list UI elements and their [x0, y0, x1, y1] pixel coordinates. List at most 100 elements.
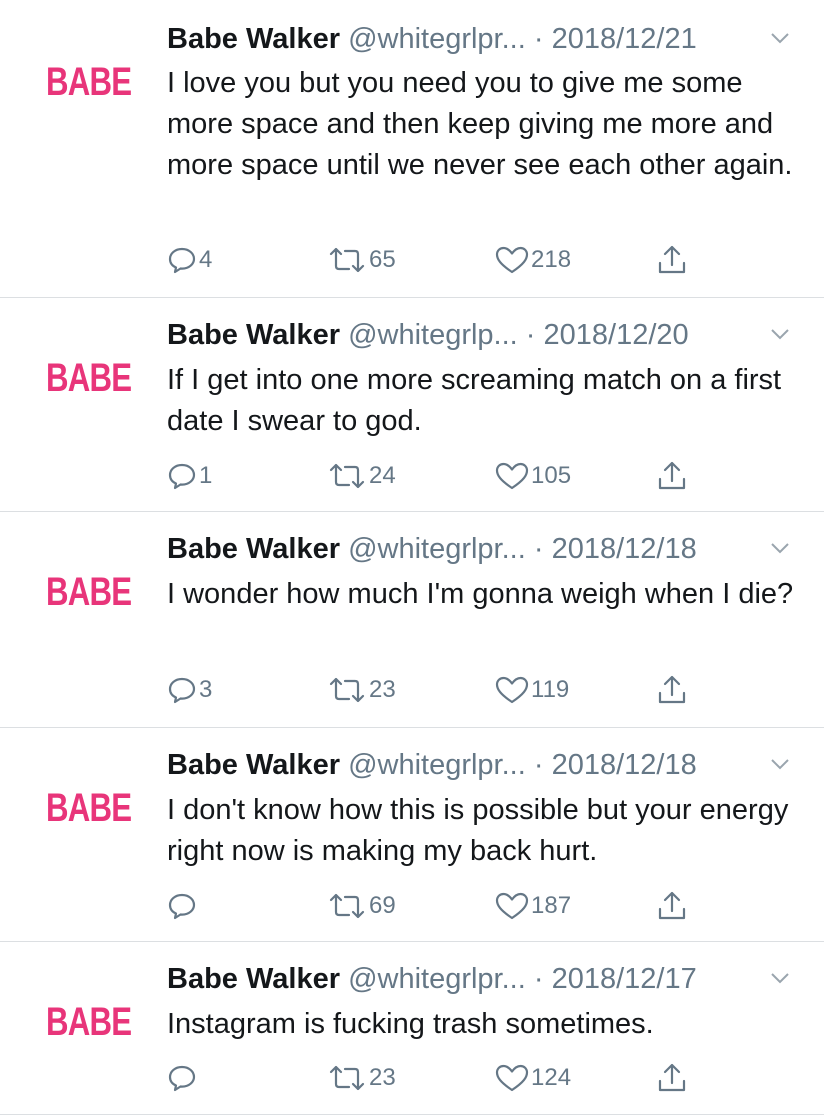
tweet-actions: 4 65 218: [167, 244, 707, 276]
tweet-feed: BABE Babe Walker @whitegrlpr... · 2018/1…: [0, 0, 824, 1119]
tweet-text: I wonder how much I'm gonna weigh when I…: [167, 578, 794, 610]
reply-button[interactable]: [167, 1062, 199, 1094]
tweet-actions: 69 187: [167, 890, 707, 922]
share-button[interactable]: [657, 460, 687, 492]
like-button[interactable]: 119: [495, 674, 569, 706]
tweet[interactable]: BABE Babe Walker @whitegrlpr... · 2018/1…: [0, 942, 824, 1115]
chevron-down-icon[interactable]: [766, 24, 794, 52]
like-button[interactable]: 187: [495, 890, 571, 922]
avatar[interactable]: BABE: [46, 788, 132, 828]
user-handle[interactable]: @whitegrlpr...: [348, 963, 526, 995]
separator-dot: ·: [533, 749, 544, 781]
retweet-button[interactable]: 65: [327, 244, 396, 276]
tweet-header: Babe Walker @whitegrlpr... · 2018/12/17: [167, 962, 794, 996]
retweet-count: 69: [369, 892, 396, 919]
retweet-count: 65: [369, 246, 396, 273]
display-name[interactable]: Babe Walker: [167, 963, 340, 995]
tweet-date[interactable]: 2018/12/20: [544, 319, 689, 351]
heart-icon: [495, 246, 529, 274]
heart-icon: [495, 892, 529, 920]
tweet-date[interactable]: 2018/12/18: [552, 749, 697, 781]
avatar[interactable]: BABE: [46, 358, 132, 398]
display-name[interactable]: Babe Walker: [167, 319, 340, 351]
reply-icon: [168, 893, 196, 920]
like-button[interactable]: 105: [495, 460, 571, 492]
reply-icon: [168, 677, 196, 704]
chevron-down-icon[interactable]: [766, 750, 794, 778]
share-icon: [658, 675, 686, 704]
display-name[interactable]: Babe Walker: [167, 23, 340, 55]
heart-icon: [495, 1064, 529, 1092]
tweet-actions: 3 23 119: [167, 674, 707, 706]
separator-dot: ·: [525, 319, 536, 351]
user-handle[interactable]: @whitegrlpr...: [348, 749, 526, 781]
like-count: 124: [531, 1064, 572, 1091]
like-count: 105: [531, 462, 572, 489]
reply-count: 3: [199, 676, 213, 703]
retweet-count: 23: [369, 1064, 396, 1091]
retweet-button[interactable]: 23: [327, 674, 396, 706]
user-handle[interactable]: @whitegrlpr...: [348, 23, 526, 55]
heart-icon: [495, 676, 529, 704]
retweet-count: 24: [369, 462, 396, 489]
reply-button[interactable]: 3: [167, 674, 212, 706]
reply-icon: [168, 463, 196, 490]
tweet-text: Instagram is fucking trash sometimes.: [167, 1008, 654, 1040]
avatar[interactable]: BABE: [46, 62, 132, 102]
user-handle[interactable]: @whitegrlpr...: [348, 533, 526, 565]
tweet-date[interactable]: 2018/12/18: [552, 533, 697, 565]
tweet-header: Babe Walker @whitegrlpr... · 2018/12/18: [167, 532, 794, 566]
display-name[interactable]: Babe Walker: [167, 533, 340, 565]
share-button[interactable]: [657, 674, 687, 706]
like-count: 187: [531, 892, 572, 919]
share-button[interactable]: [657, 1062, 687, 1094]
separator-dot: ·: [533, 23, 544, 55]
tweet-actions: 23 124: [167, 1062, 707, 1094]
like-count: 119: [531, 676, 570, 703]
tweet-text: If I get into one more screaming match o…: [167, 364, 782, 437]
share-icon: [658, 245, 686, 274]
chevron-down-icon[interactable]: [766, 534, 794, 562]
retweet-button[interactable]: 69: [327, 890, 396, 922]
tweet-header: Babe Walker @whitegrlpr... · 2018/12/18: [167, 748, 794, 782]
retweet-icon: [329, 893, 365, 919]
reply-button[interactable]: [167, 890, 199, 922]
retweet-icon: [329, 1065, 365, 1091]
heart-icon: [495, 462, 529, 490]
tweet[interactable]: BABE Babe Walker @whitegrlpr... · 2018/1…: [0, 512, 824, 728]
like-button[interactable]: 218: [495, 244, 571, 276]
retweet-button[interactable]: 23: [327, 1062, 396, 1094]
reply-button[interactable]: 4: [167, 244, 212, 276]
tweet-header: Babe Walker @whitegrlp... · 2018/12/20: [167, 318, 794, 352]
share-icon: [658, 461, 686, 490]
tweet-date[interactable]: 2018/12/21: [552, 23, 697, 55]
user-handle[interactable]: @whitegrlp...: [348, 319, 518, 351]
retweet-icon: [329, 463, 365, 489]
separator-dot: ·: [533, 533, 544, 565]
retweet-button[interactable]: 24: [327, 460, 396, 492]
tweet[interactable]: BABE Babe Walker @whitegrlpr... · 2018/1…: [0, 0, 824, 298]
chevron-down-icon[interactable]: [766, 320, 794, 348]
tweet[interactable]: BABE Babe Walker @whitegrlp... · 2018/12…: [0, 298, 824, 512]
tweet-text: I love you but you need you to give me s…: [167, 67, 793, 181]
share-button[interactable]: [657, 244, 687, 276]
avatar[interactable]: BABE: [46, 1002, 132, 1042]
reply-icon: [168, 1065, 196, 1092]
share-button[interactable]: [657, 890, 687, 922]
tweet-text: I don't know how this is possible but yo…: [167, 794, 789, 867]
like-button[interactable]: 124: [495, 1062, 571, 1094]
tweet-actions: 1 24 105: [167, 460, 707, 492]
avatar[interactable]: BABE: [46, 572, 132, 612]
reply-button[interactable]: 1: [167, 460, 212, 492]
tweet[interactable]: BABE Babe Walker @whitegrlpr... · 2018/1…: [0, 728, 824, 942]
reply-count: 4: [199, 246, 213, 273]
retweet-icon: [329, 247, 365, 273]
display-name[interactable]: Babe Walker: [167, 749, 340, 781]
separator-dot: ·: [533, 963, 544, 995]
retweet-icon: [329, 677, 365, 703]
tweet-date[interactable]: 2018/12/17: [552, 963, 697, 995]
share-icon: [658, 1063, 686, 1092]
share-icon: [658, 891, 686, 920]
chevron-down-icon[interactable]: [766, 964, 794, 992]
retweet-count: 23: [369, 676, 396, 703]
